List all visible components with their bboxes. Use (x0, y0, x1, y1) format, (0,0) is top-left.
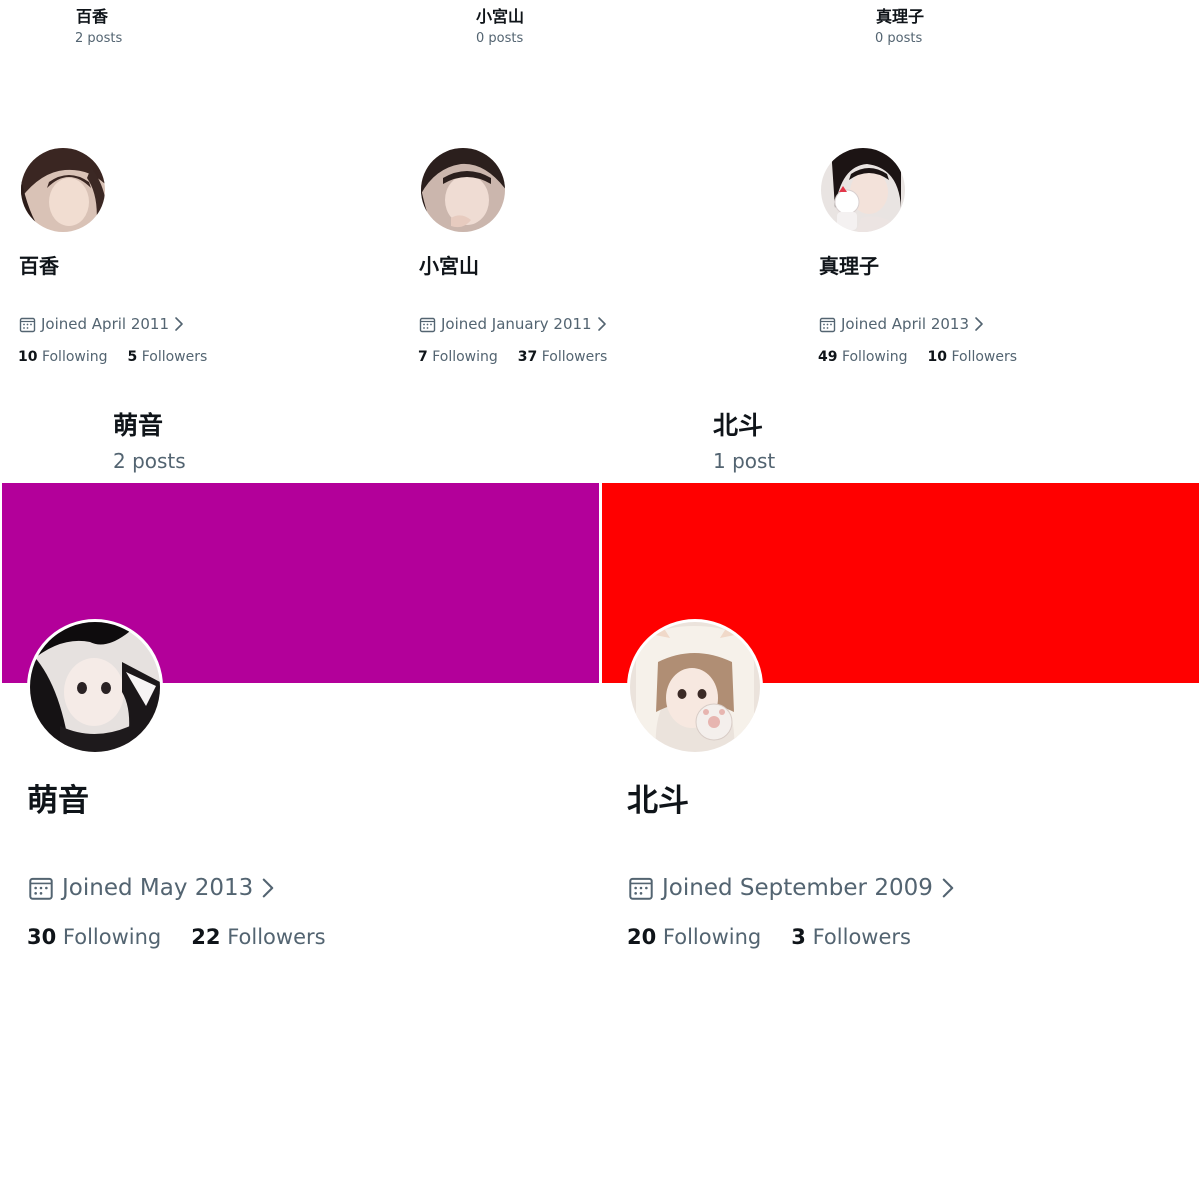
header-name: 萌音 (113, 411, 164, 440)
chevron-right-icon (175, 317, 183, 331)
following-count: 30 (27, 925, 57, 949)
following-link[interactable]: 49 Following (818, 347, 908, 367)
display-name: 小宮山 (419, 254, 479, 278)
profile-panel-3: 真理子 0 posts 真理子 Joined April 2013 49 Fol… (800, 0, 1200, 395)
avatar-photo (21, 148, 105, 232)
avatar[interactable] (19, 146, 107, 234)
followers-label: Followers (227, 925, 326, 949)
header-post-count: 2 posts (113, 449, 186, 473)
followers-count: 37 (517, 349, 538, 365)
followers-count: 10 (927, 349, 947, 365)
chevron-right-icon (942, 878, 954, 898)
header-name: 百香 (76, 7, 109, 26)
follow-stats: 30 Following 22 Followers (27, 922, 326, 952)
joined-date-row[interactable]: Joined January 2011 (419, 314, 607, 334)
followers-label: Followers (812, 925, 911, 949)
followers-label: Followers (541, 349, 608, 365)
following-label: Following (841, 349, 908, 365)
profile-panel-1: 百香 2 posts 百香 Joined April 2011 10 Follo… (0, 0, 400, 395)
display-name: 萌音 (27, 783, 89, 819)
following-label: Following (62, 925, 162, 949)
joined-date-row[interactable]: Joined April 2011 (19, 314, 184, 334)
header-post-count: 0 posts (875, 31, 923, 46)
avatar-photo (30, 622, 160, 752)
following-count: 10 (18, 349, 38, 365)
profile-panel-2: 小宮山 0 posts 小宮山 Joined January 2011 7 Fo… (400, 0, 800, 395)
calendar-icon (819, 317, 836, 332)
profile-panel-4: 萌音 2 posts 萌音 Joined May 2013 30 Followi… (0, 400, 600, 1000)
follow-stats: 10 Following 5 Followers (18, 347, 207, 367)
following-label: Following (662, 925, 762, 949)
chevron-right-icon (263, 878, 274, 898)
joined-date: Joined April 2011 (41, 315, 170, 333)
followers-label: Followers (951, 349, 1018, 365)
display-name: 北斗 (627, 783, 689, 819)
followers-link[interactable]: 5 Followers (128, 347, 208, 367)
avatar-photo (630, 622, 760, 752)
following-label: Following (432, 349, 498, 365)
following-count: 20 (627, 925, 657, 949)
following-link[interactable]: 20 Following (627, 922, 761, 952)
followers-count: 5 (127, 349, 138, 365)
joined-date-row[interactable]: Joined May 2013 (28, 873, 275, 903)
followers-count: 3 (791, 925, 806, 949)
header-name: 真理子 (876, 7, 925, 26)
header-name: 北斗 (713, 411, 764, 440)
calendar-icon (29, 877, 53, 900)
followers-link[interactable]: 3 Followers (791, 922, 911, 952)
display-name: 百香 (19, 254, 59, 278)
followers-label: Followers (141, 349, 208, 365)
follow-stats: 7 Following 37 Followers (418, 347, 607, 367)
profile-panel-5: 北斗 1 post 北斗 Joined September 2009 20 Fo… (600, 400, 1200, 1000)
joined-date-row[interactable]: Joined September 2009 (628, 873, 955, 903)
avatar[interactable] (627, 619, 763, 755)
avatar[interactable] (819, 146, 907, 234)
following-label: Following (41, 349, 108, 365)
joined-date: Joined May 2013 (62, 875, 254, 901)
joined-date-row[interactable]: Joined April 2013 (819, 314, 984, 334)
chevron-right-icon (597, 317, 606, 331)
follow-stats: 20 Following 3 Followers (627, 922, 911, 952)
avatar[interactable] (27, 619, 163, 755)
calendar-icon (419, 317, 436, 332)
joined-date: Joined September 2009 (662, 875, 933, 901)
joined-date: Joined January 2011 (441, 315, 592, 333)
followers-link[interactable]: 37 Followers (518, 347, 608, 367)
profiles-collage: 百香 2 posts 百香 Joined April 2011 10 Follo… (0, 0, 1200, 1200)
avatar-photo (421, 148, 505, 232)
followers-link[interactable]: 10 Followers (928, 347, 1018, 367)
header-post-count: 2 posts (75, 31, 123, 46)
followers-link[interactable]: 22 Followers (191, 922, 325, 952)
following-count: 49 (818, 349, 838, 365)
follow-stats: 49 Following 10 Followers (818, 347, 1017, 367)
following-count: 7 (418, 349, 428, 365)
header-name: 小宮山 (476, 7, 525, 26)
calendar-icon (19, 317, 36, 332)
display-name: 真理子 (819, 254, 879, 278)
following-link[interactable]: 30 Following (27, 922, 161, 952)
avatar[interactable] (419, 146, 507, 234)
chevron-right-icon (975, 317, 983, 331)
following-link[interactable]: 7 Following (418, 347, 498, 367)
joined-date: Joined April 2013 (841, 315, 970, 333)
avatar-photo (821, 148, 905, 232)
followers-count: 22 (191, 925, 221, 949)
following-link[interactable]: 10 Following (18, 347, 108, 367)
header-post-count: 1 post (713, 449, 776, 473)
calendar-icon (629, 877, 653, 900)
header-post-count: 0 posts (476, 31, 524, 46)
